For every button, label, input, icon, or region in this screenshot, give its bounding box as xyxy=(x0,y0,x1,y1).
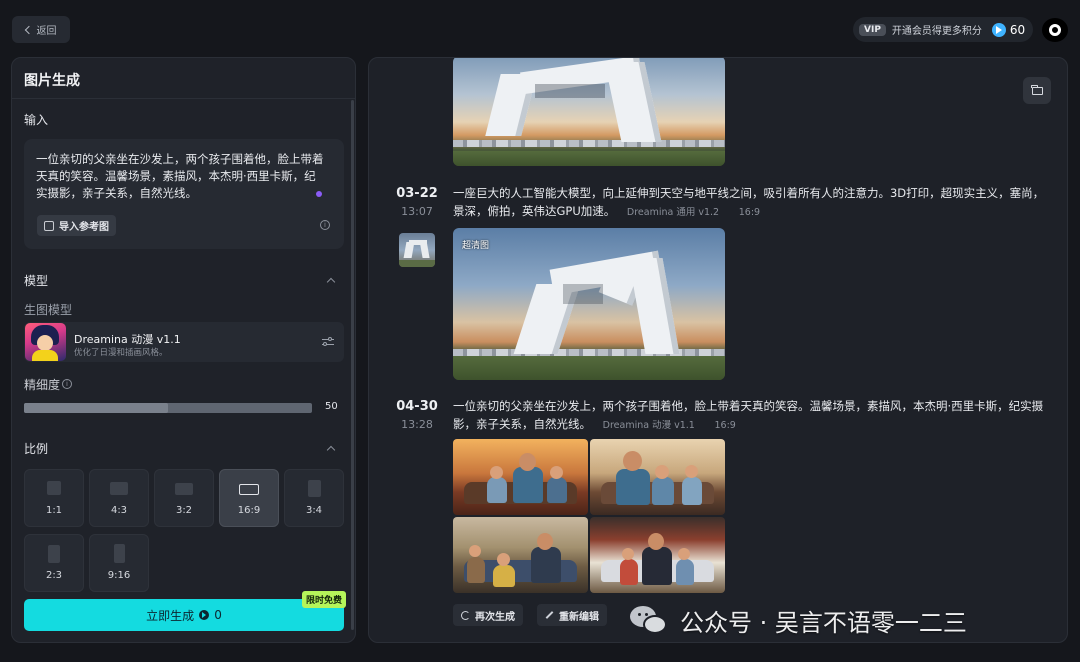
entry-date: 04-30 xyxy=(396,399,438,414)
detail-info-icon[interactable]: i xyxy=(62,379,72,389)
info-icon[interactable]: i xyxy=(320,220,330,230)
result-image-family-4[interactable] xyxy=(590,517,725,593)
image-import-icon xyxy=(44,220,54,231)
generate-label: 立即生成 xyxy=(146,608,195,623)
regenerate-button[interactable]: 再次生成 xyxy=(453,604,523,626)
ratio-label: 4:3 xyxy=(110,505,128,516)
result-image-grid xyxy=(453,439,725,593)
reedit-button[interactable]: 重新编辑 xyxy=(537,604,607,626)
panel-scrollbar[interactable] xyxy=(351,100,354,630)
vip-upgrade-pill[interactable]: VIP 开通会员得更多积分 60 xyxy=(853,17,1033,42)
regenerate-label: 再次生成 xyxy=(475,611,515,623)
vip-tag: VIP xyxy=(859,23,886,36)
import-reference-label: 导入参考图 xyxy=(59,222,109,233)
hd-image-label: 超清图 xyxy=(462,241,490,251)
ratio-label: 3:2 xyxy=(175,505,193,516)
entry-prompt: 一位亲切的父亲坐在沙发上，两个孩子围着他，脸上带着天真的笑容。温馨场景，素描风，… xyxy=(453,397,1048,435)
top-bar: 返回 VIP 开通会员得更多积分 60 xyxy=(0,0,1080,56)
ratio-option-3-2[interactable]: 3:2 xyxy=(154,469,214,527)
result-image-ai-tower[interactable]: 超清图 xyxy=(453,228,725,380)
entry-date-block: 03-22 13:07 xyxy=(389,186,445,218)
edit-icon xyxy=(545,611,554,619)
generate-cost: 0 xyxy=(214,608,222,622)
result-image-family-3[interactable] xyxy=(453,517,588,593)
prompt-text: 一位亲切的父亲坐在沙发上，两个孩子围着他，脸上带着天真的笑容。温馨场景，素描风，… xyxy=(36,152,324,200)
entry-model: Dreamina 通用 v1.2 xyxy=(626,207,720,218)
generate-button[interactable]: 立即生成 0 xyxy=(24,599,344,631)
wechat-icon xyxy=(630,605,670,636)
entry-model: Dreamina 动漫 v1.1 xyxy=(602,420,695,431)
folder-icon xyxy=(1031,84,1043,95)
entry-ratio: 16:9 xyxy=(714,420,736,431)
model-name: Dreamina 动漫 v1.1 xyxy=(74,333,181,346)
ratio-option-3-4[interactable]: 3:4 xyxy=(284,469,344,527)
entry-date-block: 04-30 13:28 xyxy=(389,399,445,431)
prompt-textarea[interactable]: 一位亲切的父亲坐在沙发上，两个孩子围着他，脸上带着天真的笑容。温馨场景，素描风，… xyxy=(24,139,344,249)
detail-value: 50 xyxy=(325,401,338,412)
ratio-chevron-up-icon[interactable] xyxy=(326,445,336,455)
ratio-option-9-16[interactable]: 9:16 xyxy=(89,534,149,592)
reedit-label: 重新编辑 xyxy=(559,611,599,623)
model-sub-label: 生图模型 xyxy=(24,303,73,317)
entry-time: 13:07 xyxy=(401,205,433,218)
ratio-label: 9:16 xyxy=(107,570,131,581)
credit-icon xyxy=(199,610,210,620)
entry-prompt-text: 一位亲切的父亲坐在沙发上，两个孩子围着他，脸上带着天真的笑容。温馨场景，素描风，… xyxy=(453,399,1044,431)
user-avatar[interactable] xyxy=(1042,18,1068,42)
detail-slider-fill xyxy=(24,403,168,413)
credit-count: 60 xyxy=(1009,22,1026,37)
back-label: 返回 xyxy=(36,26,57,37)
ratio-option-4-3[interactable]: 4:3 xyxy=(89,469,149,527)
entry-prompt: 一座巨大的人工智能大模型，向上延伸到天空与地平线之间，吸引着所有人的注意力。3D… xyxy=(453,184,1048,222)
credit-icon xyxy=(991,22,1006,37)
wechat-watermark: 公众号 · 吴言不语零一二三 xyxy=(630,603,967,638)
detail-label: 精细度 xyxy=(24,378,61,392)
ratio-option-2-3[interactable]: 2:3 xyxy=(24,534,84,592)
ratio-option-1-1[interactable]: 1:1 xyxy=(24,469,84,527)
back-button[interactable]: 返回 xyxy=(12,16,70,43)
vip-promo-text: 开通会员得更多积分 xyxy=(891,26,982,37)
ratio-label: 16:9 xyxy=(237,505,261,516)
ratio-label: 2:3 xyxy=(45,570,63,581)
result-image-family-2[interactable] xyxy=(590,439,725,515)
input-section-label: 输入 xyxy=(24,113,49,127)
model-selector[interactable]: Dreamina 动漫 v1.1 优化了日漫和插画风格。 xyxy=(24,322,344,362)
detail-slider[interactable] xyxy=(24,403,312,413)
generation-panel: 图片生成 输入 一位亲切的父亲坐在沙发上，两个孩子围着他，脸上带着天真的笑容。温… xyxy=(11,57,356,643)
entry-date: 03-22 xyxy=(396,186,438,201)
divider xyxy=(12,98,355,99)
entry-time: 13:28 xyxy=(401,418,433,431)
cursor-dot xyxy=(316,191,322,197)
credit-balance[interactable]: 60 xyxy=(991,22,1026,37)
entry-ratio: 16:9 xyxy=(738,207,761,218)
watermark-text: 公众号 · 吴言不语零一二三 xyxy=(680,609,967,637)
ratio-option-16-9[interactable]: 16:9 xyxy=(219,469,279,527)
result-image-previous[interactable] xyxy=(453,58,725,166)
ratio-label: 1:1 xyxy=(45,505,63,516)
ratio-label: 3:4 xyxy=(305,505,323,516)
model-thumbnail xyxy=(25,323,66,361)
ratio-section-label: 比例 xyxy=(24,442,49,456)
settings-sliders-icon[interactable] xyxy=(322,337,334,347)
refresh-icon xyxy=(461,610,470,620)
chevron-left-icon xyxy=(24,25,33,35)
panel-title: 图片生成 xyxy=(24,73,80,89)
result-image-family-1[interactable] xyxy=(453,439,588,515)
results-feed: 03-22 13:07 一座巨大的人工智能大模型，向上延伸到天空与地平线之间，吸… xyxy=(368,57,1068,643)
model-description: 优化了日漫和插画风格。 xyxy=(74,348,168,358)
folder-button[interactable] xyxy=(1023,77,1051,104)
reference-thumbnail[interactable] xyxy=(399,233,435,267)
model-section-label: 模型 xyxy=(24,274,49,288)
free-badge: 限时免费 xyxy=(302,591,347,608)
chevron-up-icon[interactable] xyxy=(326,277,336,287)
import-reference-button[interactable]: 导入参考图 xyxy=(37,215,116,236)
